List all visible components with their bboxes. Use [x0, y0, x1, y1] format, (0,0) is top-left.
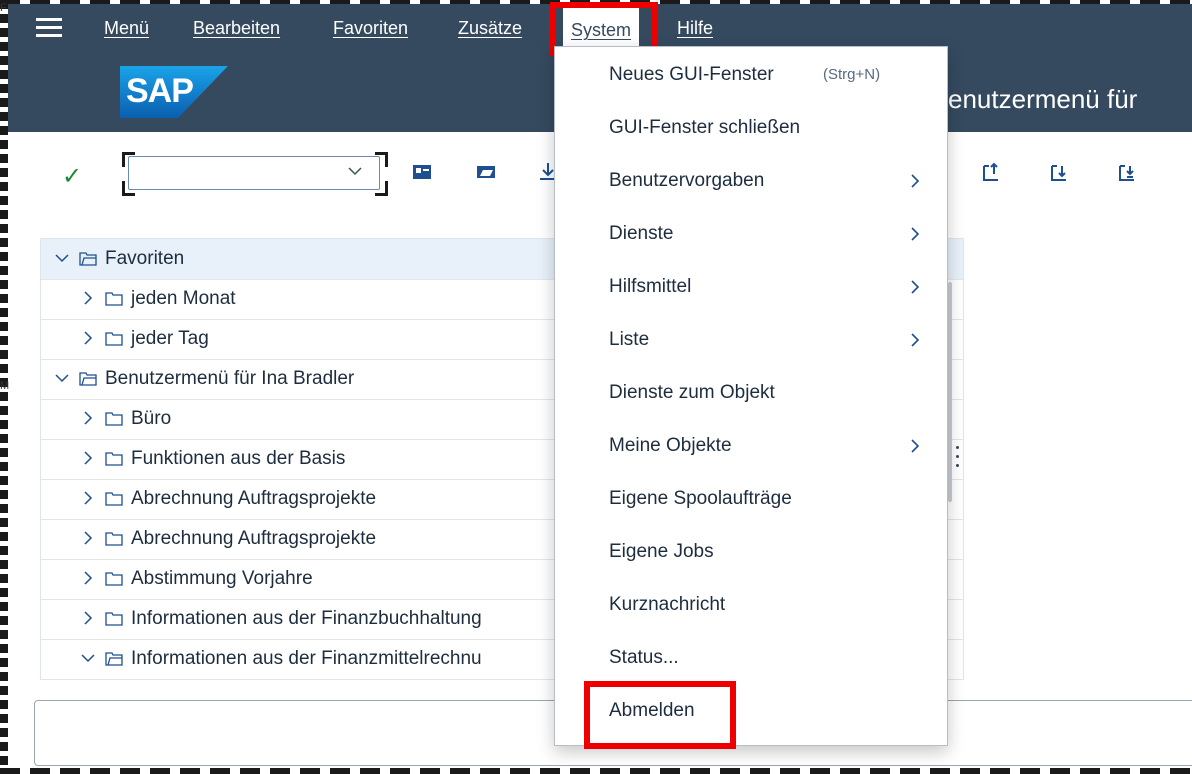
folder-icon [105, 292, 123, 306]
tree-label: Favoriten [105, 248, 185, 269]
folder-icon [105, 572, 123, 586]
sap-logo-text: SAP [126, 72, 194, 110]
menu-item-dienste-zum-objekt[interactable]: Dienste zum Objekt [555, 367, 947, 419]
highlight-abmelden [584, 681, 736, 749]
menu-hilfe[interactable]: Hilfe [677, 18, 713, 39]
menu-item-label: Liste [609, 329, 650, 350]
menu-item-label: Eigene Jobs [609, 541, 714, 562]
chevron-right-icon[interactable] [81, 451, 95, 465]
tree-label: jeden Monat [131, 288, 236, 309]
chevron-right-icon [911, 333, 920, 347]
chevron-right-icon[interactable] [81, 291, 95, 305]
chevron-right-icon[interactable] [81, 491, 95, 505]
folder-icon [105, 412, 123, 426]
chevron-right-icon [911, 174, 920, 188]
tree-label: Informationen aus der Finanzmittelrechnu [131, 648, 482, 669]
menu-item-eigene-jobs[interactable]: Eigene Jobs [555, 526, 947, 578]
tree-label: Büro [131, 408, 172, 429]
folder-icon [105, 452, 123, 466]
tree-label: Abstimmung Vorjahre [131, 568, 313, 589]
command-field-wrapper [122, 152, 388, 196]
menu-item-label: GUI-Fenster schließen [609, 117, 801, 138]
menu-item-hilfsmittel[interactable]: Hilfsmittel [555, 261, 947, 313]
check-enter-icon[interactable]: ✓ [62, 162, 82, 191]
system-dropdown-menu: Neues GUI-Fenster (Strg+N) GUI-Fenster s… [554, 46, 948, 746]
chevron-right-icon[interactable] [81, 411, 95, 425]
move-down-icon[interactable] [1048, 160, 1072, 184]
chevron-down-icon[interactable] [55, 251, 69, 265]
chevron-right-icon[interactable] [81, 571, 95, 585]
folder-open-icon [79, 252, 97, 266]
menu-item-status[interactable]: Status... [555, 632, 947, 684]
command-field[interactable] [128, 156, 380, 190]
menu-item-label: Dienste [609, 223, 674, 244]
tree-label: Benutzermenü für Ina Bradler [105, 368, 355, 389]
tree-label: Funktionen aus der Basis [131, 448, 346, 469]
tree-label: Informationen aus der Finanzbuchhaltung [131, 608, 482, 629]
menu-item-eigene-spoolauftraege[interactable]: Eigene Spoolaufträge [555, 473, 947, 525]
folder-icon [105, 492, 123, 506]
menu-zusaetze[interactable]: Zusätze [458, 18, 522, 39]
chevron-right-icon[interactable] [81, 611, 95, 625]
chevron-right-icon[interactable] [81, 331, 95, 345]
hamburger-menu-icon[interactable] [36, 18, 62, 38]
page-title: enutzermenü für [948, 84, 1138, 114]
edge-char-mid: M [0, 380, 10, 392]
menu-item-label: Neues GUI-Fenster [609, 64, 774, 85]
move-up-icon[interactable] [980, 160, 1004, 184]
menu-item-label: Kurznachricht [609, 594, 726, 615]
chevron-down-icon[interactable] [81, 651, 95, 665]
folder-open-icon[interactable] [474, 160, 498, 184]
menu-favoriten[interactable]: Favoriten [333, 18, 408, 39]
tree-label: Abrechnung Auftragsprojekte [131, 528, 377, 549]
menu-item-gui-fenster-schliessen[interactable]: GUI-Fenster schließen [555, 102, 947, 154]
tree-label: jeder Tag [131, 328, 209, 349]
menu-menue[interactable]: Menü [104, 18, 149, 39]
menu-item-kurznachricht[interactable]: Kurznachricht [555, 579, 947, 631]
menu-item-benutzervorgaben[interactable]: Benutzervorgaben [555, 155, 947, 207]
menu-item-label: Hilfsmittel [609, 276, 692, 297]
edge-char-top: F [0, 2, 7, 14]
folder-open-icon [105, 652, 123, 666]
folder-open-icon [79, 372, 97, 386]
splitter-handle[interactable] [956, 446, 960, 474]
menu-item-label: Meine Objekte [609, 435, 732, 456]
folder-icon [105, 612, 123, 626]
menu-item-meine-objekte[interactable]: Meine Objekte [555, 420, 947, 472]
menu-item-label: Benutzervorgaben [609, 170, 765, 191]
chevron-right-icon [911, 227, 920, 241]
menu-item-neues-gui-fenster[interactable]: Neues GUI-Fenster (Strg+N) [555, 49, 947, 101]
chevron-down-icon[interactable] [348, 164, 362, 178]
folder-icon [105, 332, 123, 346]
tree-label: Abrechnung Auftragsprojekte [131, 488, 377, 509]
chevron-right-icon [911, 439, 920, 453]
menu-item-liste[interactable]: Liste [555, 314, 947, 366]
screenshot-frame-bottom [0, 768, 1192, 774]
move-bottom-icon[interactable] [1116, 160, 1140, 184]
chevron-down-icon[interactable] [55, 371, 69, 385]
chevron-right-icon [911, 280, 920, 294]
tree-scrollbar[interactable] [948, 282, 952, 502]
menu-item-dienste[interactable]: Dienste [555, 208, 947, 260]
sap-logo: SAP [120, 66, 228, 118]
menu-item-label: Dienste zum Objekt [609, 382, 775, 403]
menu-item-label: Status... [609, 647, 679, 668]
shortcut-label: (Strg+N) [823, 66, 881, 83]
menu-item-label: Eigene Spoolaufträge [609, 488, 792, 509]
chevron-right-icon[interactable] [81, 531, 95, 545]
menu-bearbeiten[interactable]: Bearbeiten [193, 18, 280, 39]
user-card-icon[interactable] [410, 160, 434, 184]
folder-icon [105, 532, 123, 546]
